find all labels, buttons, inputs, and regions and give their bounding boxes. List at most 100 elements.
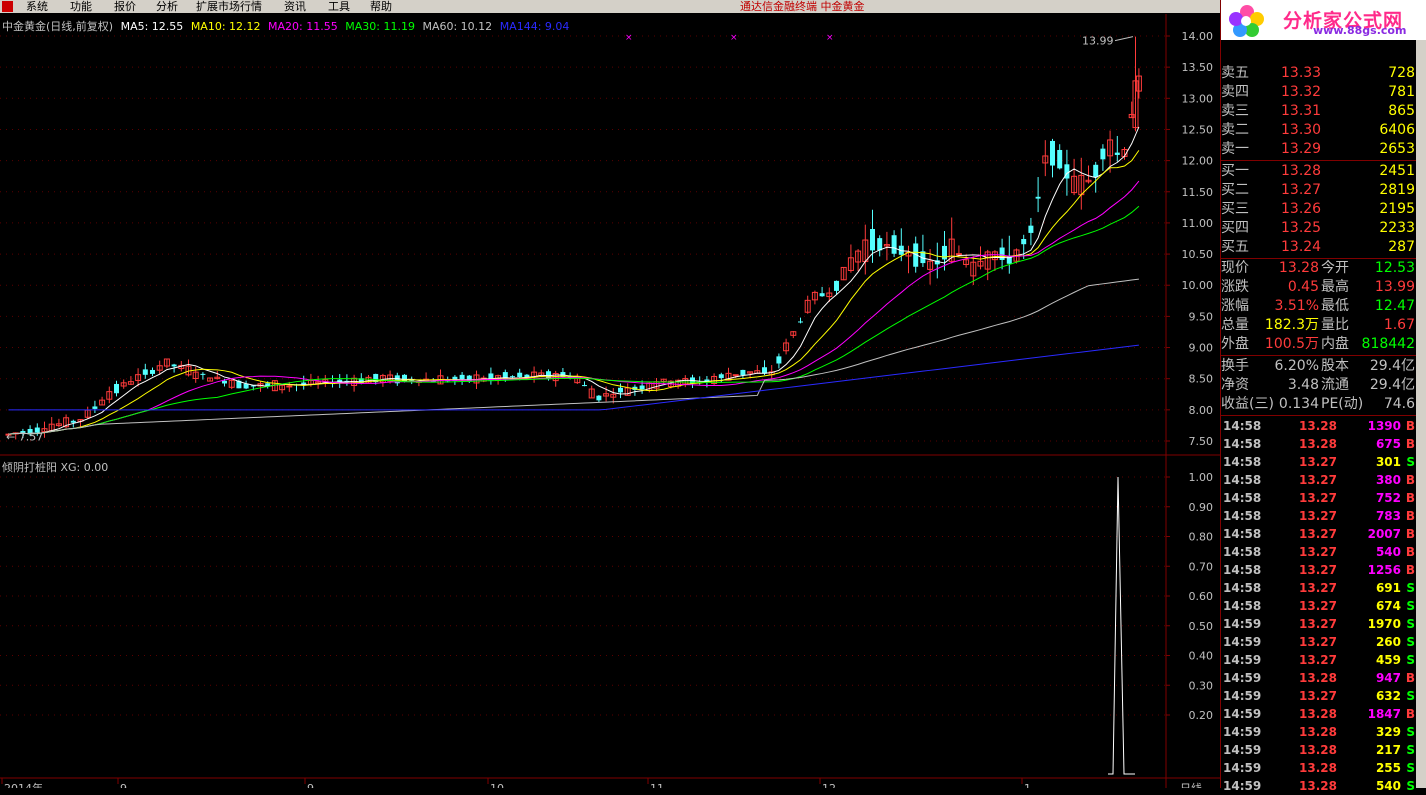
candle-body [150,370,155,374]
quote-label: 内盘 [1321,335,1349,354]
menu-analysis[interactable]: 分析 [156,0,178,13]
date-axis-label: 12 [822,782,836,788]
ma-legend: 中金黄金(日线,前复权) MA5: 12.55 MA10: 12.12 MA20… [2,18,573,34]
date-axis-label: 11 [650,782,664,788]
ask-label: 卖一 [1221,140,1249,159]
fundamental-label: 净资 [1221,376,1249,395]
tick-row[interactable]: 14:5813.281390B [1221,417,1417,435]
candle-body [200,374,205,375]
fundamental-value: 0.134 [1279,395,1319,414]
date-axis-label: 1 [1024,782,1031,788]
bid-price: 13.27 [1281,181,1321,200]
ask-volume: 6406 [1379,121,1415,140]
indicator-axis-label: 0.70 [1189,560,1214,573]
fundamental-value: 3.48 [1288,376,1319,395]
bid-price: 13.25 [1281,219,1321,238]
candle-body [460,375,465,379]
fundamental-value: 29.4亿 [1370,357,1415,376]
price-axis-label: 13.00 [1182,92,1214,105]
ask-price: 13.29 [1281,140,1321,159]
fundamental-value: 29.4亿 [1370,376,1415,395]
candle-body [733,375,738,376]
candle-body [582,385,587,386]
kline-chart[interactable]: 14.0013.5013.0012.5012.0011.5011.0010.50… [0,14,1220,788]
price-axis-label: 12.00 [1182,155,1214,168]
ma5-line [9,127,1139,434]
menu-tools[interactable]: 工具 [328,0,350,13]
site-logo: 分析家公式网 www.88gs.com [1221,0,1426,40]
candle-body [820,293,825,296]
menu-system[interactable]: 系统 [26,0,48,13]
candle-body [510,376,515,377]
ask-price: 13.33 [1281,64,1321,83]
event-marker-icon: × [730,33,738,43]
quote-value: 182.3万 [1265,316,1319,335]
candle-body [1057,150,1062,168]
quote-label: 涨跌 [1221,278,1249,297]
candle-body [618,388,623,393]
candle-body [1036,197,1041,199]
candle-body [892,235,897,254]
indicator-axis-label: 0.30 [1189,679,1214,692]
ticks-divider [1221,415,1417,416]
menu-function[interactable]: 功能 [70,0,92,13]
brand-url: www.88gs.com [1313,24,1406,37]
ask-row: 卖三13.31865 [1221,102,1417,121]
candle-body [596,396,601,401]
indicator-axis-label: 0.80 [1189,531,1214,544]
ma60-label: MA60: 10.12 [422,20,492,33]
price-axis-label: 11.50 [1182,186,1214,199]
indicator-axis-label: 0.90 [1189,501,1214,514]
ask-label: 卖五 [1221,64,1249,83]
ask-price: 13.30 [1281,121,1321,140]
bid-row: 买一13.282451 [1221,162,1417,181]
candle-body [1093,165,1098,178]
event-marker-icon: × [826,33,834,43]
quote-value: 13.28 [1279,259,1319,278]
indicator-axis-label: 0.50 [1189,620,1214,633]
menu-news[interactable]: 资讯 [284,0,306,13]
chart-area[interactable]: 14.0013.5013.0012.5012.0011.5011.0010.50… [0,14,1220,788]
ma60-line [9,279,1139,434]
candle-body [172,365,177,367]
fundamental-row: 收益(三)0.134PE(动)74.6 [1221,395,1417,414]
fundamental-row: 换手6.20%股本29.4亿 [1221,357,1417,376]
tick-row[interactable]: 14:5813.28675B [1221,435,1417,453]
fundamental-label: 流通 [1321,376,1349,395]
ask-row: 卖四13.32781 [1221,83,1417,102]
quote-row: 涨跌0.45最高13.99 [1221,278,1417,297]
bid-volume: 287 [1388,238,1415,257]
candle-body [517,373,522,377]
price-axis-label: 11.00 [1182,217,1214,230]
date-axis-label: 9 [120,782,127,788]
app-icon[interactable] [2,1,13,12]
menu-extended-market[interactable]: 扩展市场行情 [196,0,262,13]
high-marker-line [1115,37,1133,41]
menu-help[interactable]: 帮助 [370,0,392,13]
candle-body [71,421,76,423]
indicator-axis-label: 0.20 [1189,709,1214,722]
candle-body [719,374,724,378]
ask-label: 卖二 [1221,121,1249,140]
candle-body [798,321,803,322]
quote-label: 量比 [1321,316,1349,335]
tick-price: 13.28 [1299,417,1337,435]
indicator-axis-label: 1.00 [1189,471,1214,484]
ask-volume: 2653 [1379,140,1415,159]
menu-quote[interactable]: 报价 [114,0,136,13]
price-axis-label: 9.00 [1189,342,1214,355]
bid-label: 买五 [1221,238,1249,257]
ask-row: 卖二 13.30 6406 [1221,121,1417,140]
candle-body [740,370,745,375]
bid-price: 13.26 [1281,200,1321,219]
fundamental-label: 收益(三) [1221,395,1274,414]
candle-body [114,384,119,393]
tick-time: 14:58 [1223,417,1261,435]
bid-price: 13.24 [1281,238,1321,257]
fundamental-label: PE(动) [1321,395,1363,414]
indicator-legend: 倾阴打桩阳 XG: 0.00 [2,459,108,475]
menu-bar: 系统 功能 报价 分析 扩展市场行情 资讯 工具 帮助 通达信金融终端 中金黄金 [0,0,1220,13]
price-axis-label: 8.00 [1189,404,1214,417]
ma5-label: MA5: 12.55 [121,20,184,33]
ask-row: 卖五13.33728 [1221,64,1417,83]
